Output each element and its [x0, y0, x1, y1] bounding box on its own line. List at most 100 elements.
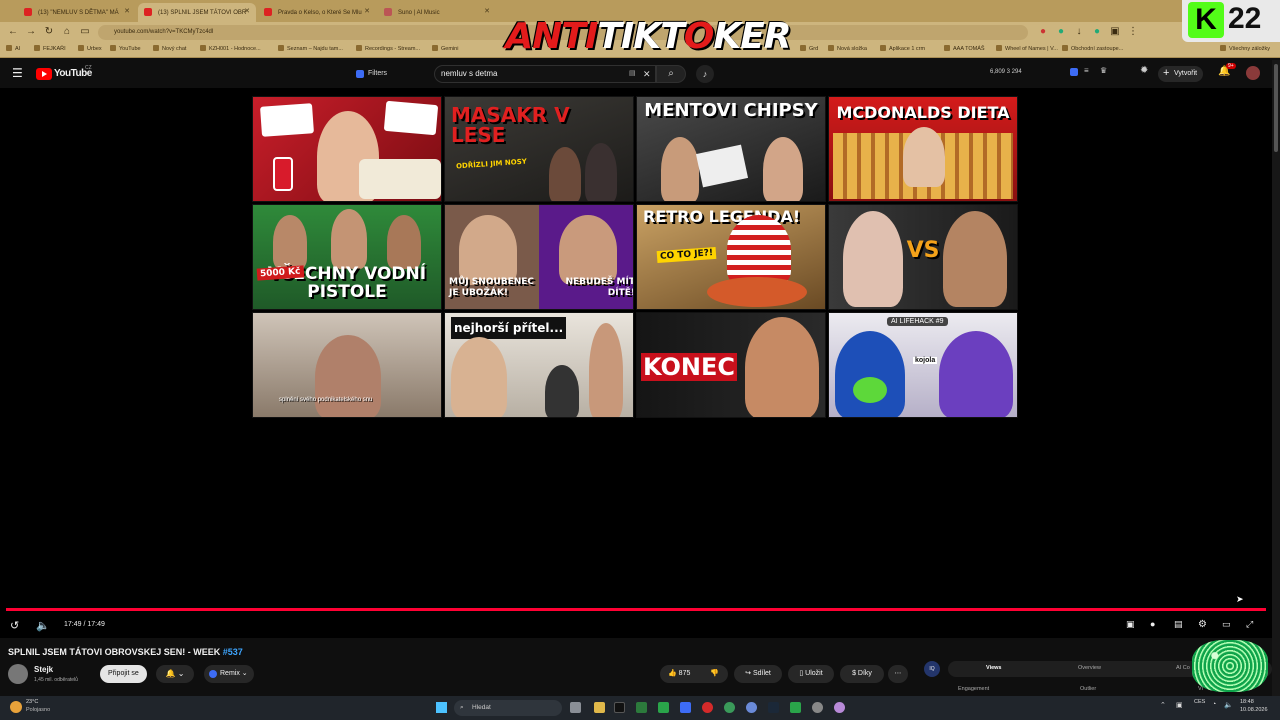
youtube-logo-icon[interactable]	[36, 68, 52, 80]
bookmark[interactable]: Seznam – Najdu tam...	[278, 45, 343, 52]
end-screen-thumbnail[interactable]: MENTOVI CHIPSY	[636, 96, 826, 202]
tab-overview[interactable]: Overview	[1078, 665, 1101, 671]
list-icon[interactable]: ≡	[1084, 66, 1089, 75]
bookmark[interactable]: Aplikace 1 crm	[880, 45, 925, 52]
close-icon[interactable]: ✕	[244, 7, 250, 15]
download-icon[interactable]: ↓	[1072, 25, 1086, 39]
windows-start-icon[interactable]	[436, 702, 447, 713]
browser-tab[interactable]: (13) "NEMLUV S DĚTMA" MÁ ✕	[18, 3, 136, 22]
bookmark-folder[interactable]: Všechny záložky	[1220, 45, 1270, 52]
volume-icon[interactable]: 🔈	[36, 619, 50, 632]
like-button[interactable]: 👍 875	[668, 665, 690, 683]
app-icon[interactable]	[680, 702, 691, 713]
more-actions-button[interactable]: ⋯	[888, 665, 908, 683]
end-screen-thumbnail[interactable]: VŠECHNY VODNÍ PISTOLE 5000 Kč	[252, 204, 442, 310]
menu-icon[interactable]: ⋮	[1126, 25, 1140, 39]
filters-button[interactable]: Filters	[352, 67, 393, 81]
end-screen-thumbnail[interactable]: AI LIFEHACK #9 kojola	[828, 312, 1018, 418]
remix-button[interactable]: Remix ⌄	[204, 665, 254, 683]
app-icon[interactable]	[702, 702, 713, 713]
browser-tab[interactable]: Pravda o Kelso, o Které Se Mlu ✕	[258, 3, 376, 22]
end-screen-thumbnail[interactable]: VS	[828, 204, 1018, 310]
bookmark[interactable]: YouTube	[110, 45, 141, 52]
account-avatar[interactable]	[1246, 66, 1260, 80]
search-input[interactable]: nemluv s detma ▤ ✕	[434, 65, 656, 83]
home-icon[interactable]: ⌂	[60, 25, 74, 39]
reload-icon[interactable]: ↻	[42, 25, 56, 39]
bookmark[interactable]: Obchodní zastoupe...	[1062, 45, 1123, 52]
clock-time[interactable]: 18:48	[1240, 699, 1254, 705]
bookmark[interactable]: Nový chat	[153, 45, 186, 52]
taskbar-search[interactable]: ⌕ Hledat	[454, 700, 562, 716]
app-icon[interactable]	[812, 702, 823, 713]
analytics-extension-icon[interactable]: IQ	[924, 661, 940, 677]
settings-icon[interactable]: ⚙	[1198, 619, 1207, 630]
steam-icon[interactable]	[768, 702, 779, 713]
clock-date[interactable]: 10.08.2026	[1240, 707, 1268, 713]
end-screen-thumbnail[interactable]: KONEC	[636, 312, 826, 418]
bookmark[interactable]: Gemini	[432, 45, 458, 52]
subtitles-icon[interactable]: ▤	[1174, 619, 1183, 630]
end-screen-thumbnail[interactable]	[252, 96, 442, 202]
file-explorer-icon[interactable]	[594, 702, 605, 713]
extension-icon[interactable]: ●	[1036, 25, 1050, 39]
wifi-icon[interactable]: ◔	[1212, 701, 1216, 708]
thanks-button[interactable]: $ Díky	[840, 665, 884, 683]
end-screen-thumbnail[interactable]: nejhorší přítel...	[444, 312, 634, 418]
end-screen-thumbnail[interactable]: RETRO LEGENDA! CO TO JE?!	[636, 204, 826, 310]
bookmark[interactable]: Nová složka	[828, 45, 867, 52]
chrome-profile-icon[interactable]	[746, 702, 757, 713]
channel-name[interactable]: Stejk	[34, 665, 53, 674]
chrome-icon[interactable]	[724, 702, 735, 713]
browser-tab[interactable]: Suno | AI Music ✕	[378, 3, 496, 22]
bookmark[interactable]: Urbex	[78, 45, 102, 52]
theater-mode-icon[interactable]: ▭	[1222, 619, 1231, 630]
split-view-icon[interactable]: ▭	[78, 25, 92, 39]
weather-icon[interactable]	[10, 701, 22, 713]
tray-chevron-icon[interactable]: ⌃	[1160, 701, 1166, 709]
xbox-icon[interactable]	[636, 702, 647, 713]
extension-icon[interactable]: ▣	[1126, 619, 1135, 630]
trophy-icon[interactable]: ♛	[1100, 66, 1107, 75]
keyboard-icon[interactable]: ▤	[629, 66, 636, 82]
speaker-icon[interactable]: 🔈	[1224, 701, 1233, 709]
back-icon[interactable]: ←	[6, 25, 20, 39]
bookmark[interactable]: KZH001 - Hodnoce...	[200, 45, 261, 52]
end-screen-thumbnail[interactable]: splnění svého podnikatelského snu	[252, 312, 442, 418]
tray-icon[interactable]: ▣	[1176, 701, 1183, 709]
browser-tab-active[interactable]: (13) SPLNIL JSEM TÁTOVI OBR ✕	[138, 3, 256, 22]
bookmark[interactable]: Wheel of Names | V...	[996, 45, 1058, 52]
xbox-icon[interactable]	[790, 702, 801, 713]
scrollbar[interactable]	[1272, 60, 1280, 696]
tab-views[interactable]: Views	[986, 665, 1002, 671]
extension-icon[interactable]: ●	[1054, 25, 1068, 39]
bookmark[interactable]: FEJKAŘI	[34, 45, 66, 52]
hashtag-link[interactable]: #537	[223, 647, 243, 657]
tab-ai[interactable]: AI Co	[1176, 665, 1190, 671]
tiktok-icon[interactable]	[614, 702, 625, 713]
end-screen-thumbnail[interactable]: MŮJ SNOUBENEC JE UBOŽÁK! NEBUDEŠ MÍT DÍT…	[444, 204, 634, 310]
hamburger-menu-icon[interactable]: ☰	[12, 66, 23, 80]
excel-icon[interactable]	[658, 702, 669, 713]
bookmark[interactable]: Recordings - Stream...	[356, 45, 420, 52]
forward-icon[interactable]: →	[24, 25, 38, 39]
join-button[interactable]: Připojit se	[100, 665, 147, 683]
search-button[interactable]: ⌕	[656, 65, 686, 83]
save-button[interactable]: ▯ Uložit	[788, 665, 834, 683]
scrollbar-thumb[interactable]	[1274, 64, 1278, 152]
settings-icon[interactable]: ✹	[1140, 65, 1148, 76]
subscription-bell-button[interactable]: 🔔 ⌄	[156, 665, 194, 683]
voice-search-button[interactable]: ♪	[696, 65, 714, 83]
clear-icon[interactable]: ✕	[643, 66, 651, 82]
extensions-icon[interactable]: ▣	[1108, 25, 1122, 39]
extension-icon[interactable]: ●	[1090, 25, 1104, 39]
create-button[interactable]: Vytvořit	[1158, 65, 1204, 82]
app-icon[interactable]	[834, 702, 845, 713]
bookmark[interactable]: Grd	[800, 45, 818, 52]
end-screen-thumbnail[interactable]: MCDONALDS DIETA	[828, 96, 1018, 202]
task-view-icon[interactable]	[570, 702, 581, 713]
progress-bar[interactable]	[6, 608, 1266, 611]
fullscreen-icon[interactable]: ⤢	[1246, 619, 1253, 630]
close-icon[interactable]: ✕	[364, 7, 370, 15]
replay-icon[interactable]: ↺	[10, 619, 19, 632]
